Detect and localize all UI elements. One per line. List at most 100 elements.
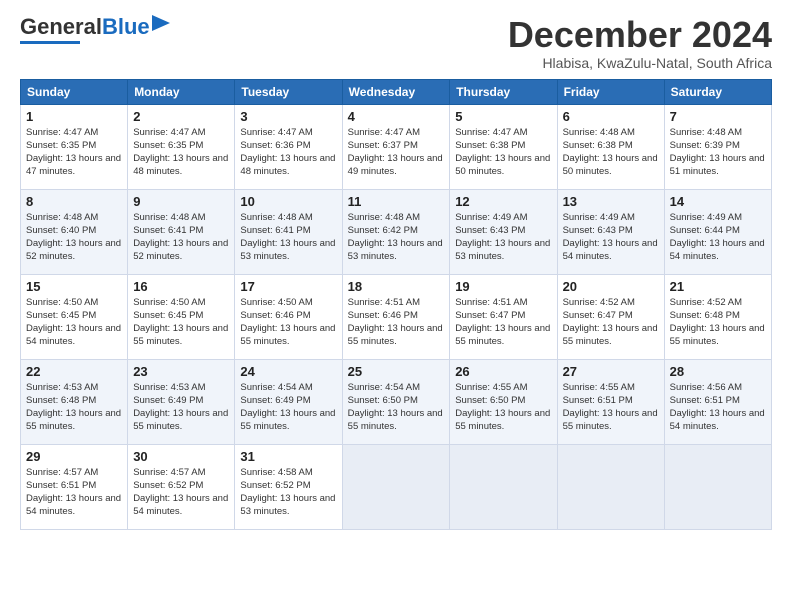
calendar-week-row: 8 Sunrise: 4:48 AMSunset: 6:40 PMDayligh…	[21, 189, 772, 274]
table-row: 27 Sunrise: 4:55 AMSunset: 6:51 PMDaylig…	[557, 359, 664, 444]
table-row: 26 Sunrise: 4:55 AMSunset: 6:50 PMDaylig…	[450, 359, 557, 444]
day-number: 2	[133, 109, 229, 124]
table-row: 25 Sunrise: 4:54 AMSunset: 6:50 PMDaylig…	[342, 359, 450, 444]
day-info: Sunrise: 4:48 AMSunset: 6:42 PMDaylight:…	[348, 212, 443, 263]
day-number: 23	[133, 364, 229, 379]
day-number: 24	[240, 364, 336, 379]
table-row: 7 Sunrise: 4:48 AMSunset: 6:39 PMDayligh…	[664, 104, 771, 189]
day-info: Sunrise: 4:54 AMSunset: 6:50 PMDaylight:…	[348, 382, 443, 433]
col-thursday: Thursday	[450, 79, 557, 104]
table-row: 20 Sunrise: 4:52 AMSunset: 6:47 PMDaylig…	[557, 274, 664, 359]
day-info: Sunrise: 4:54 AMSunset: 6:49 PMDaylight:…	[240, 382, 335, 433]
logo: GeneralBlue	[20, 15, 170, 44]
day-number: 16	[133, 279, 229, 294]
calendar-week-row: 15 Sunrise: 4:50 AMSunset: 6:45 PMDaylig…	[21, 274, 772, 359]
table-row: 14 Sunrise: 4:49 AMSunset: 6:44 PMDaylig…	[664, 189, 771, 274]
table-row	[342, 444, 450, 529]
day-info: Sunrise: 4:50 AMSunset: 6:45 PMDaylight:…	[26, 297, 121, 348]
calendar-week-row: 1 Sunrise: 4:47 AMSunset: 6:35 PMDayligh…	[21, 104, 772, 189]
page-container: GeneralBlue December 2024 Hlabisa, KwaZu…	[0, 0, 792, 540]
logo-arrow-icon	[152, 15, 170, 31]
table-row	[450, 444, 557, 529]
table-row: 29 Sunrise: 4:57 AMSunset: 6:51 PMDaylig…	[21, 444, 128, 529]
calendar-table: Sunday Monday Tuesday Wednesday Thursday…	[20, 79, 772, 530]
calendar-header-row: Sunday Monday Tuesday Wednesday Thursday…	[21, 79, 772, 104]
day-number: 1	[26, 109, 122, 124]
day-number: 8	[26, 194, 122, 209]
col-saturday: Saturday	[664, 79, 771, 104]
calendar-week-row: 29 Sunrise: 4:57 AMSunset: 6:51 PMDaylig…	[21, 444, 772, 529]
table-row: 2 Sunrise: 4:47 AMSunset: 6:35 PMDayligh…	[128, 104, 235, 189]
table-row	[664, 444, 771, 529]
day-info: Sunrise: 4:48 AMSunset: 6:38 PMDaylight:…	[563, 127, 658, 178]
col-sunday: Sunday	[21, 79, 128, 104]
day-info: Sunrise: 4:53 AMSunset: 6:48 PMDaylight:…	[26, 382, 121, 433]
day-info: Sunrise: 4:53 AMSunset: 6:49 PMDaylight:…	[133, 382, 228, 433]
table-row: 12 Sunrise: 4:49 AMSunset: 6:43 PMDaylig…	[450, 189, 557, 274]
col-monday: Monday	[128, 79, 235, 104]
day-info: Sunrise: 4:51 AMSunset: 6:47 PMDaylight:…	[455, 297, 550, 348]
day-info: Sunrise: 4:47 AMSunset: 6:36 PMDaylight:…	[240, 127, 335, 178]
day-info: Sunrise: 4:48 AMSunset: 6:41 PMDaylight:…	[133, 212, 228, 263]
day-info: Sunrise: 4:57 AMSunset: 6:52 PMDaylight:…	[133, 467, 228, 518]
table-row: 5 Sunrise: 4:47 AMSunset: 6:38 PMDayligh…	[450, 104, 557, 189]
day-number: 4	[348, 109, 445, 124]
col-friday: Friday	[557, 79, 664, 104]
day-number: 3	[240, 109, 336, 124]
table-row: 23 Sunrise: 4:53 AMSunset: 6:49 PMDaylig…	[128, 359, 235, 444]
calendar-week-row: 22 Sunrise: 4:53 AMSunset: 6:48 PMDaylig…	[21, 359, 772, 444]
col-tuesday: Tuesday	[235, 79, 342, 104]
day-number: 11	[348, 194, 445, 209]
day-info: Sunrise: 4:48 AMSunset: 6:39 PMDaylight:…	[670, 127, 765, 178]
day-info: Sunrise: 4:50 AMSunset: 6:46 PMDaylight:…	[240, 297, 335, 348]
table-row: 6 Sunrise: 4:48 AMSunset: 6:38 PMDayligh…	[557, 104, 664, 189]
title-block: December 2024 Hlabisa, KwaZulu-Natal, So…	[508, 15, 772, 71]
day-number: 26	[455, 364, 551, 379]
day-number: 12	[455, 194, 551, 209]
table-row: 9 Sunrise: 4:48 AMSunset: 6:41 PMDayligh…	[128, 189, 235, 274]
day-number: 31	[240, 449, 336, 464]
day-info: Sunrise: 4:52 AMSunset: 6:48 PMDaylight:…	[670, 297, 765, 348]
table-row: 18 Sunrise: 4:51 AMSunset: 6:46 PMDaylig…	[342, 274, 450, 359]
day-number: 30	[133, 449, 229, 464]
day-number: 27	[563, 364, 659, 379]
day-number: 29	[26, 449, 122, 464]
table-row	[557, 444, 664, 529]
table-row: 19 Sunrise: 4:51 AMSunset: 6:47 PMDaylig…	[450, 274, 557, 359]
day-info: Sunrise: 4:47 AMSunset: 6:35 PMDaylight:…	[133, 127, 228, 178]
table-row: 17 Sunrise: 4:50 AMSunset: 6:46 PMDaylig…	[235, 274, 342, 359]
table-row: 4 Sunrise: 4:47 AMSunset: 6:37 PMDayligh…	[342, 104, 450, 189]
day-number: 17	[240, 279, 336, 294]
table-row: 1 Sunrise: 4:47 AMSunset: 6:35 PMDayligh…	[21, 104, 128, 189]
day-info: Sunrise: 4:47 AMSunset: 6:37 PMDaylight:…	[348, 127, 443, 178]
day-info: Sunrise: 4:57 AMSunset: 6:51 PMDaylight:…	[26, 467, 121, 518]
day-number: 15	[26, 279, 122, 294]
day-info: Sunrise: 4:55 AMSunset: 6:50 PMDaylight:…	[455, 382, 550, 433]
logo-underline	[20, 41, 80, 44]
table-row: 15 Sunrise: 4:50 AMSunset: 6:45 PMDaylig…	[21, 274, 128, 359]
table-row: 11 Sunrise: 4:48 AMSunset: 6:42 PMDaylig…	[342, 189, 450, 274]
table-row: 22 Sunrise: 4:53 AMSunset: 6:48 PMDaylig…	[21, 359, 128, 444]
day-number: 28	[670, 364, 766, 379]
day-info: Sunrise: 4:49 AMSunset: 6:43 PMDaylight:…	[563, 212, 658, 263]
day-number: 18	[348, 279, 445, 294]
table-row: 28 Sunrise: 4:56 AMSunset: 6:51 PMDaylig…	[664, 359, 771, 444]
table-row: 10 Sunrise: 4:48 AMSunset: 6:41 PMDaylig…	[235, 189, 342, 274]
page-header: GeneralBlue December 2024 Hlabisa, KwaZu…	[20, 15, 772, 71]
day-number: 7	[670, 109, 766, 124]
day-info: Sunrise: 4:47 AMSunset: 6:35 PMDaylight:…	[26, 127, 121, 178]
table-row: 16 Sunrise: 4:50 AMSunset: 6:45 PMDaylig…	[128, 274, 235, 359]
day-number: 19	[455, 279, 551, 294]
col-wednesday: Wednesday	[342, 79, 450, 104]
day-number: 14	[670, 194, 766, 209]
day-number: 5	[455, 109, 551, 124]
day-info: Sunrise: 4:58 AMSunset: 6:52 PMDaylight:…	[240, 467, 335, 518]
table-row: 30 Sunrise: 4:57 AMSunset: 6:52 PMDaylig…	[128, 444, 235, 529]
day-number: 25	[348, 364, 445, 379]
day-info: Sunrise: 4:49 AMSunset: 6:43 PMDaylight:…	[455, 212, 550, 263]
day-info: Sunrise: 4:48 AMSunset: 6:40 PMDaylight:…	[26, 212, 121, 263]
day-number: 13	[563, 194, 659, 209]
table-row: 3 Sunrise: 4:47 AMSunset: 6:36 PMDayligh…	[235, 104, 342, 189]
month-title: December 2024	[508, 15, 772, 55]
day-info: Sunrise: 4:49 AMSunset: 6:44 PMDaylight:…	[670, 212, 765, 263]
